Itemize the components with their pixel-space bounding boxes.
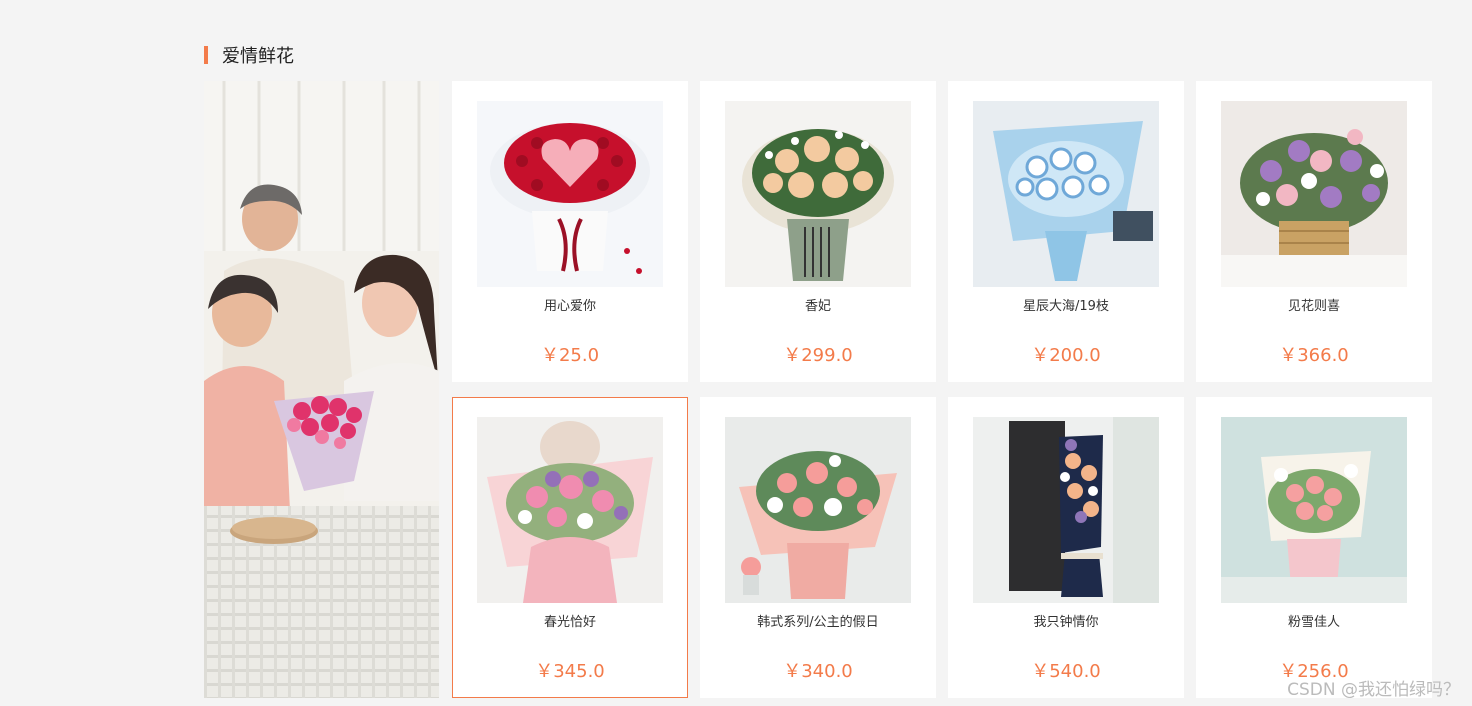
product-card[interactable]: 粉雪佳人 ￥256.0: [1196, 397, 1432, 698]
product-name[interactable]: 香妃: [701, 295, 935, 314]
product-price: ￥345.0: [535, 661, 605, 682]
product-image: [1221, 101, 1407, 287]
product-name[interactable]: 粉雪佳人: [1197, 611, 1431, 630]
product-image: [477, 417, 663, 603]
section-title: 爱情鲜花: [222, 46, 294, 67]
product-card[interactable]: 见花则喜 ￥366.0: [1196, 81, 1432, 382]
watermark: CSDN @我还怕绿吗？: [1287, 680, 1460, 700]
product-card[interactable]: 春光恰好 ￥345.0: [452, 397, 688, 698]
product-card[interactable]: 我只钟情你 ￥540.0: [948, 397, 1184, 698]
product-name[interactable]: 我只钟情你: [949, 611, 1183, 630]
product-image: [477, 101, 663, 287]
product-image: [725, 101, 911, 287]
product-name[interactable]: 用心爱你: [453, 295, 687, 314]
product-image: [725, 417, 911, 603]
product-price: ￥366.0: [1279, 345, 1349, 366]
product-name[interactable]: 韩式系列/公主的假日: [701, 611, 935, 630]
product-price: ￥299.0: [783, 345, 853, 366]
section-header: 爱情鲜花: [204, 44, 294, 67]
hero-banner-image[interactable]: [204, 81, 439, 698]
product-price: ￥340.0: [783, 661, 853, 682]
product-card[interactable]: 用心爱你 ￥25.0: [452, 81, 688, 382]
product-card[interactable]: 韩式系列/公主的假日 ￥340.0: [700, 397, 936, 698]
product-name[interactable]: 星辰大海/19枝: [949, 295, 1183, 314]
product-card[interactable]: 香妃 ￥299.0: [700, 81, 936, 382]
product-price: ￥25.0: [540, 345, 600, 366]
product-card[interactable]: 星辰大海/19枝 ￥200.0: [948, 81, 1184, 382]
product-image: [973, 101, 1159, 287]
product-price: ￥200.0: [1031, 345, 1101, 366]
product-name[interactable]: 春光恰好: [453, 611, 687, 630]
product-image: [973, 417, 1159, 603]
product-name[interactable]: 见花则喜: [1197, 295, 1431, 314]
title-accent-bar: [204, 46, 208, 64]
product-price: ￥540.0: [1031, 661, 1101, 682]
product-image: [1221, 417, 1407, 603]
